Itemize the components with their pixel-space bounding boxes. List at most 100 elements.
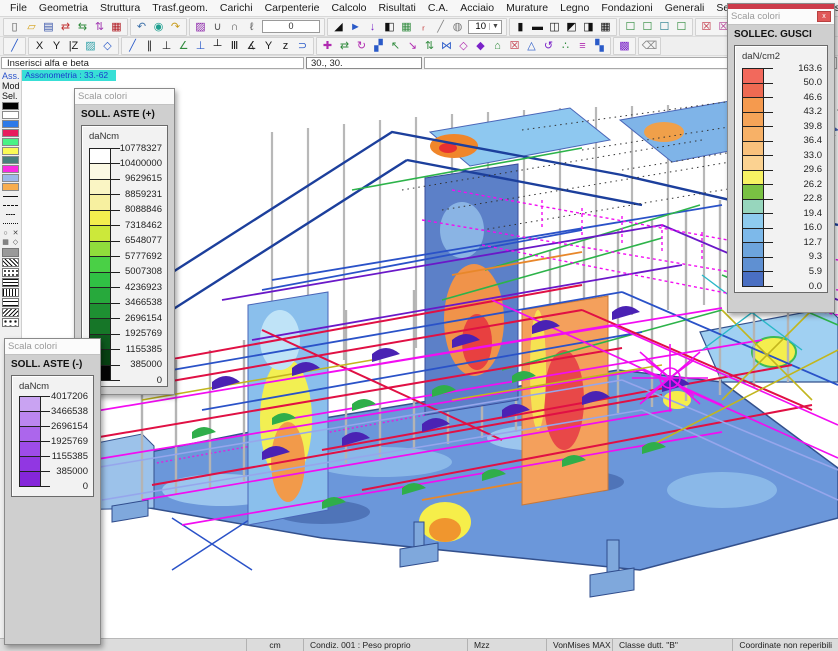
node-circle-icon[interactable]: ○ [1,229,11,238]
pattern-cross-hatch[interactable] [2,298,19,307]
join-icon[interactable]: ⋈ [438,38,455,54]
axis-z-icon[interactable]: |Z [65,38,82,54]
linestyle-dash-short[interactable] [2,211,19,218]
length-icon[interactable]: ℓ [243,19,260,35]
scale-window-titlebar[interactable]: Scala colori [75,89,174,105]
triple-line-icon[interactable]: Ⅲ [226,38,243,54]
menu-carichi[interactable]: Carichi [214,2,259,14]
sidebar-mode-ass[interactable]: Ass. [0,71,21,81]
hatch-icon[interactable]: ▨ [82,38,99,54]
window-quad-icon[interactable]: ▦ [597,19,614,35]
contrast-icon[interactable]: ◧ [381,19,398,35]
linestyle-dot[interactable] [2,220,19,227]
menu-geometria[interactable]: Geometria [33,2,94,14]
axis-z2-icon[interactable]: z [277,38,294,54]
intersect-icon[interactable]: ∩ [226,19,243,35]
fork-y-icon[interactable]: Y [260,38,277,54]
color-swatch-4[interactable] [2,138,19,146]
numeric-field[interactable]: 0 [262,20,320,33]
undo-icon[interactable]: ↶ [133,19,150,35]
render-sphere-icon[interactable]: ◉ [150,19,167,35]
menu-calcolo[interactable]: Calcolo [325,2,372,14]
vertex-icon[interactable]: ◇ [11,238,21,247]
extend-icon[interactable]: △ [523,38,540,54]
mirror-icon[interactable]: ▞ [370,38,387,54]
color-swatch-7[interactable] [2,165,19,173]
check-data-icon[interactable]: ▨ [192,19,209,35]
select-previous-icon[interactable]: ☐ [673,19,690,35]
delete-entities-icon[interactable]: ▦ [108,19,125,35]
segment-icon[interactable]: ╱ [124,38,141,54]
polygon-icon[interactable]: ◇ [99,38,116,54]
open-folder-icon[interactable]: ▱ [23,19,40,35]
copy-element-icon[interactable]: ⇄ [336,38,353,54]
angle-icon[interactable]: ∠ [175,38,192,54]
angle-x-icon[interactable]: ∡ [243,38,260,54]
pattern-v-lines[interactable] [2,288,19,297]
node-numbers-icon[interactable]: ᵣ [415,19,432,35]
scale-window-titlebar[interactable]: Scala colori [5,339,100,355]
deselect-icon[interactable]: ☒ [698,19,715,35]
color-swatch-3[interactable] [2,129,19,137]
window-split-v-icon[interactable]: ◨ [580,19,597,35]
align-icon[interactable]: ⌂ [489,38,506,54]
pattern-h-lines[interactable] [2,278,19,287]
menu-risultati[interactable]: Risultati [372,2,421,14]
menu-acciaio[interactable]: Acciaio [454,2,500,14]
sidebar-mode-mod[interactable]: Mod [0,81,21,91]
menu-struttura[interactable]: Struttura [94,2,146,14]
globe-icon[interactable]: ◍ [449,19,466,35]
ortho-icon[interactable]: ⊥ [192,38,209,54]
axis-x-icon[interactable]: X [31,38,48,54]
scale-window-titlebar[interactable]: Scala colori x [728,9,834,25]
select-pointer-icon[interactable]: ► [347,19,364,35]
stretch-icon[interactable]: ↖ [387,38,404,54]
merge-icon[interactable]: ▚ [591,38,608,54]
copy-entities-icon[interactable]: ⇄ [57,19,74,35]
zoom-level-select[interactable]: 10▼ [468,20,502,34]
pattern-back-diag[interactable] [2,308,19,317]
select-window-icon[interactable]: ☐ [639,19,656,35]
flip-icon[interactable]: ⇅ [421,38,438,54]
mesh-icon[interactable]: ◆ [472,38,489,54]
pattern-dots-coarse[interactable] [2,318,19,327]
match-properties-icon[interactable]: ≡ [574,38,591,54]
arc-icon[interactable]: ⊃ [294,38,311,54]
select-all-icon[interactable]: ☐ [622,19,639,35]
pattern-dots-fine[interactable] [2,268,19,277]
menu-generali[interactable]: Generali [659,2,711,14]
color-swatch-2[interactable] [2,120,19,128]
color-swatch-1[interactable] [2,111,19,119]
divide-icon[interactable]: ◇ [455,38,472,54]
window-vertical-icon[interactable]: ◫ [546,19,563,35]
color-swatch-0[interactable] [2,102,19,110]
rotate-icon[interactable]: ↻ [353,38,370,54]
arrow-down-icon[interactable]: ↓ [364,19,381,35]
color-swatch-9[interactable] [2,183,19,191]
pattern-solid-gray[interactable] [2,248,19,257]
move-node-icon[interactable]: ✚ [319,38,336,54]
explode-icon[interactable]: ∴ [557,38,574,54]
trim-icon[interactable]: ☒ [506,38,523,54]
linestyle-dash[interactable] [2,202,19,209]
menu-trasf-geom[interactable]: Trasf.geom. [146,2,214,14]
scale-window-gusci[interactable]: Scala colori x SOLLEC. GUSCI daN/cm2 163… [727,3,835,313]
menu-fondazioni[interactable]: Fondazioni [595,2,658,14]
eraser-icon[interactable]: ⌫ [641,38,658,54]
chevron-down-icon[interactable]: ▼ [489,23,499,30]
perpendicular-icon[interactable]: ⊥ [158,38,175,54]
grid-snap-icon[interactable]: ▦ [1,238,11,247]
paste-entities-icon[interactable]: ⇆ [74,19,91,35]
scale-window-aste-neg[interactable]: Scala colori SOLL. ASTE (-) daNcm 401720… [4,338,101,645]
delete-node-icon[interactable]: ✕ [11,229,21,238]
shade-triangle-icon[interactable]: ◢ [330,19,347,35]
base-line-icon[interactable]: ┴ [209,38,226,54]
merge-entities-icon[interactable]: ⇅ [91,19,108,35]
color-swatch-6[interactable] [2,156,19,164]
legend-grid-icon[interactable]: ▦ [398,19,415,35]
parallel-icon[interactable]: ∥ [141,38,158,54]
measure-icon[interactable]: ╱ [432,19,449,35]
union-icon[interactable]: ∪ [209,19,226,35]
menu-murature[interactable]: Murature [500,2,554,14]
new-document-icon[interactable]: ▯ [6,19,23,35]
